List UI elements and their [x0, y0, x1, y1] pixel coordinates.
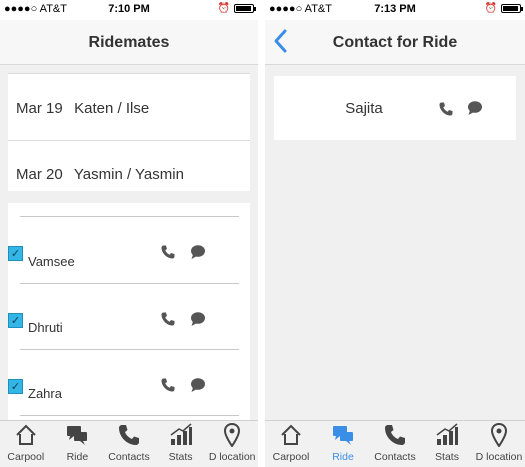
divider	[8, 73, 250, 74]
tab-carpool[interactable]: Carpool	[265, 421, 317, 467]
tab-d-location[interactable]: D location	[473, 421, 525, 467]
tab-ride[interactable]: Ride	[317, 421, 369, 467]
ridemate-name: Dhruti	[28, 320, 63, 335]
ride-date: Mar 20	[16, 166, 63, 183]
chat-icon[interactable]	[467, 100, 483, 116]
ride-chat-icon	[67, 426, 88, 445]
tab-stats[interactable]: Stats	[155, 421, 207, 467]
tab-contacts[interactable]: Contacts	[103, 421, 155, 467]
tab-bar: Carpool Ride Contacts Stats D location	[0, 420, 258, 467]
page-title: Ridemates	[88, 34, 170, 51]
ride-date: Mar 19	[16, 100, 63, 117]
ridemate-checkbox[interactable]: ✓	[8, 379, 23, 394]
ride-names: Yasmin / Yasmin	[73, 166, 184, 183]
page-title: Contact for Ride	[332, 34, 458, 51]
tab-label: Contacts	[108, 451, 150, 463]
tab-label: Ride	[66, 451, 89, 463]
ride-names: Katen / Ilse	[74, 100, 150, 117]
phone-icon[interactable]	[160, 244, 176, 260]
tab-label: Stats	[168, 451, 193, 463]
stats-icon	[436, 423, 458, 445]
ridemate-row: ✓ Vamsee	[8, 216, 250, 282]
chat-icon[interactable]	[190, 244, 206, 260]
phone-icon[interactable]	[160, 311, 176, 327]
home-icon	[281, 424, 301, 445]
alarm-icon: ⏰	[217, 3, 230, 14]
status-bar: ●●●●○ AT&T 7:13 PM ⏰	[265, 0, 525, 20]
ridemate-row: ✓ Dhruti	[8, 283, 250, 349]
phone-icon[interactable]	[438, 101, 454, 117]
contact-for-ride-screen: ●●●●○ AT&T 7:13 PM ⏰ Contact for Ride Sa…	[265, 0, 525, 467]
battery-icon	[501, 4, 523, 13]
nav-bar: Contact for Ride	[265, 20, 525, 65]
stats-icon	[170, 423, 192, 445]
chat-icon[interactable]	[190, 311, 206, 327]
divider	[8, 140, 250, 141]
ridemate-checkbox[interactable]: ✓	[8, 313, 23, 328]
tab-label: Carpool	[7, 451, 45, 463]
ridemate-name: Zahra	[28, 386, 62, 401]
nav-bar: Ridemates	[0, 20, 258, 65]
ridemate-checkbox[interactable]: ✓	[8, 246, 23, 261]
ride-row[interactable]: Mar 20 Yasmin / Yasmin	[16, 166, 184, 183]
tab-stats[interactable]: Stats	[421, 421, 473, 467]
contact-name: Sajita	[345, 100, 383, 117]
ridemate-row: ✓ Zahra	[8, 349, 250, 415]
status-bar: ●●●●○ AT&T 7:10 PM ⏰	[0, 0, 258, 20]
ridemates-screen: ●●●●○ AT&T 7:10 PM ⏰ Ridemates Mar 19 Ka…	[0, 0, 258, 467]
tab-label: Contacts	[374, 451, 416, 463]
tab-label: Stats	[435, 451, 459, 463]
ride-chat-icon	[333, 426, 353, 445]
alarm-icon: ⏰	[484, 3, 497, 14]
phone-icon[interactable]	[160, 377, 176, 393]
chat-icon[interactable]	[190, 377, 206, 393]
tab-label: D location	[475, 451, 523, 463]
home-icon	[16, 424, 36, 445]
battery-icon	[234, 4, 256, 13]
location-pin-icon	[224, 423, 241, 447]
location-pin-icon	[490, 423, 508, 447]
contacts-phone-icon	[118, 425, 139, 445]
tab-carpool[interactable]: Carpool	[0, 421, 52, 467]
screen-divider	[258, 0, 265, 467]
tab-bar: Carpool Ride Contacts Stats D location	[265, 420, 525, 467]
tab-d-location[interactable]: D location	[206, 421, 258, 467]
ridemate-name: Vamsee	[28, 254, 75, 269]
contacts-phone-icon	[385, 425, 405, 445]
tab-contacts[interactable]: Contacts	[369, 421, 421, 467]
tab-ride[interactable]: Ride	[52, 421, 104, 467]
tab-label: Carpool	[272, 451, 310, 463]
tab-label: D location	[208, 451, 256, 463]
contact-row[interactable]: Sajita	[274, 76, 516, 140]
ride-row[interactable]: Mar 19 Katen / Ilse	[16, 100, 149, 117]
divider	[20, 415, 239, 416]
tab-label: Ride	[332, 451, 354, 463]
